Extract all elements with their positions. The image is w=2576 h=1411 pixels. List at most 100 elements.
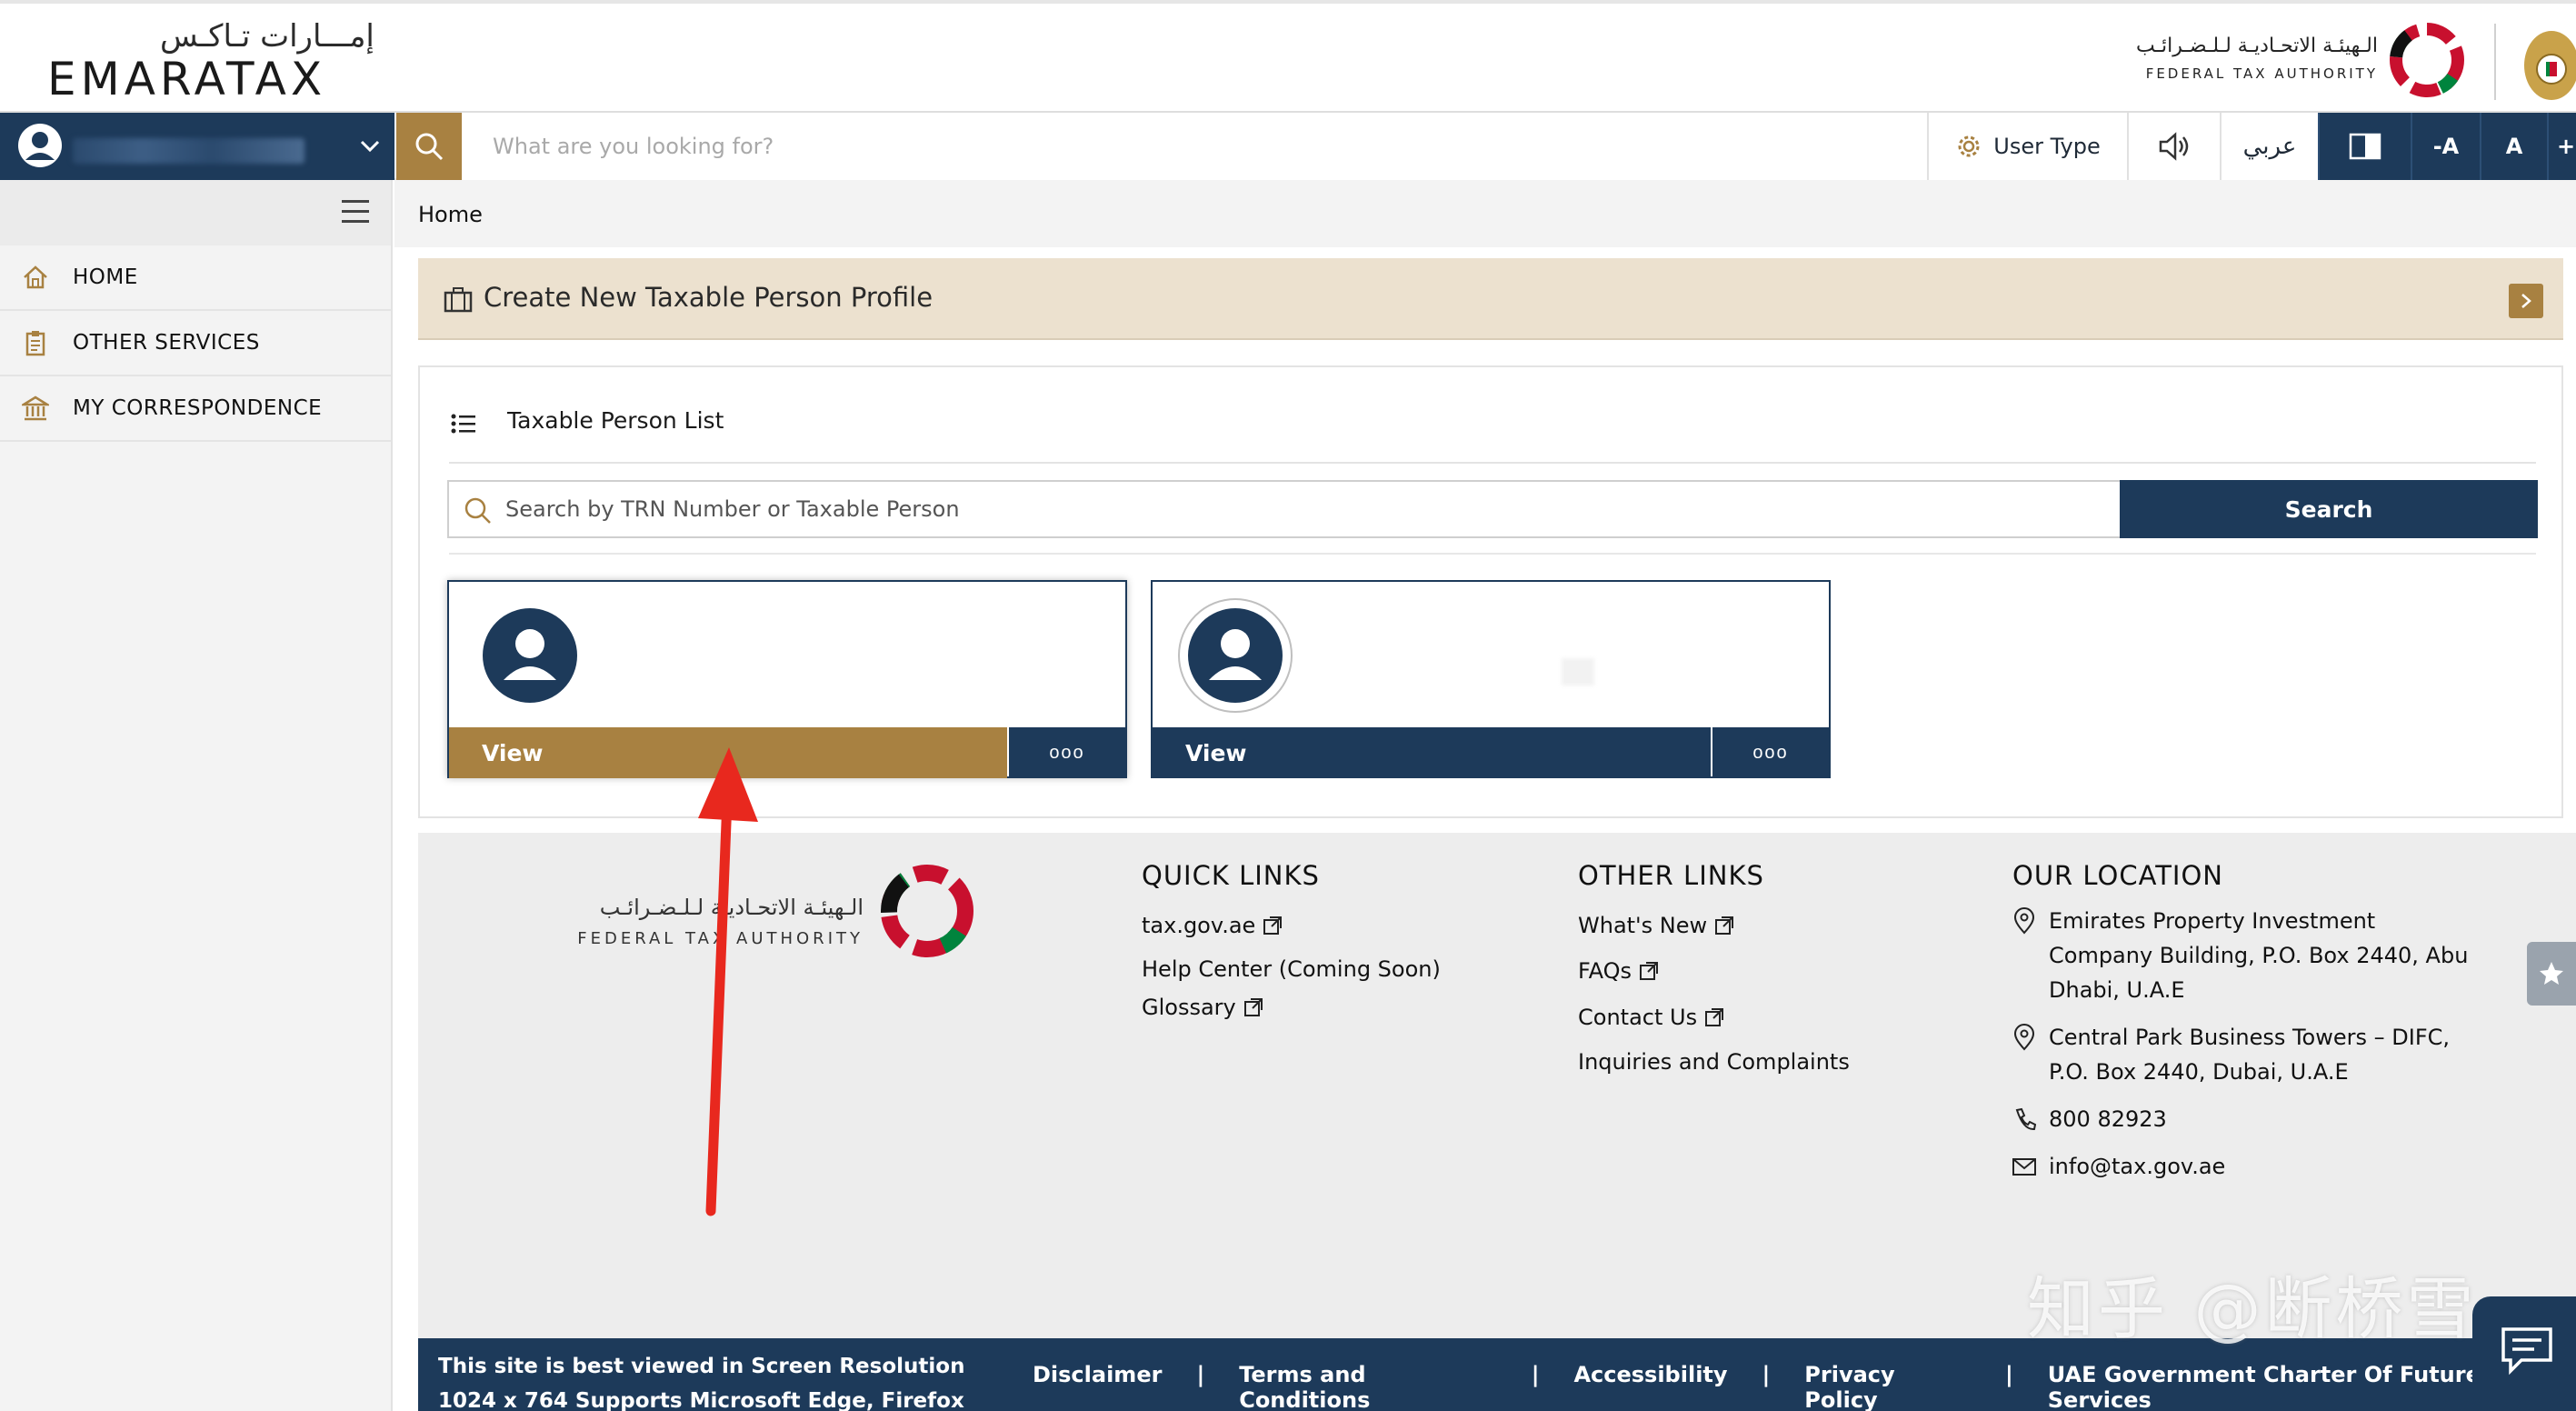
global-search-button[interactable]	[396, 113, 462, 180]
font-decrease-button[interactable]: -A	[2411, 113, 2480, 180]
address-dubai: Central Park Business Towers – DIFC, P.O…	[2012, 1020, 2485, 1089]
address-text: Central Park Business Towers – DIFC, P.O…	[2049, 1025, 2451, 1085]
create-profile-banner[interactable]: Create New Taxable Person Profile	[418, 258, 2563, 340]
person-avatar-icon	[483, 608, 577, 703]
person-avatar-icon	[1188, 608, 1283, 703]
link-inquiries[interactable]: Inquiries and Complaints	[1578, 1040, 1850, 1084]
user-name-redacted	[73, 138, 305, 164]
create-profile-title: Create New Taxable Person Profile	[484, 282, 934, 313]
taxable-person-search[interactable]	[447, 480, 2145, 538]
fta-ring-icon	[2390, 23, 2464, 97]
user-type-button[interactable]: User Type	[1927, 113, 2127, 180]
chevron-down-icon[interactable]	[359, 135, 381, 156]
link-label: Glossary	[1142, 995, 1236, 1020]
uae-emblem-icon	[2524, 31, 2576, 100]
taxable-person-card[interactable]: View ooo	[1151, 580, 1831, 778]
email[interactable]: info@tax.gov.ae	[2012, 1149, 2485, 1184]
link-contact-us[interactable]: Contact Us	[1578, 995, 1850, 1040]
external-link-icon	[1705, 1008, 1724, 1026]
chat-button[interactable]	[2472, 1296, 2576, 1411]
top-header: إمـــارات تـاكـس EMARATAX الـهيئـة الاتح…	[0, 0, 2576, 113]
external-link-icon	[1715, 916, 1734, 935]
taxable-person-search-input[interactable]	[505, 482, 2132, 536]
separator: |	[1762, 1362, 1771, 1387]
location-pin-icon	[2013, 907, 2035, 935]
taxable-person-list-heading: Taxable Person List	[507, 407, 724, 434]
separator: |	[1196, 1362, 1205, 1387]
browser-support-note: This site is best viewed in Screen Resol…	[438, 1355, 965, 1411]
link-accessibility[interactable]: Accessibility	[1573, 1362, 1727, 1411]
phone-icon	[2015, 1107, 2036, 1131]
language-toggle[interactable]: عربي	[2220, 113, 2318, 180]
sidebar-item-my-correspondence[interactable]: MY CORRESPONDENCE	[0, 376, 391, 442]
fta-logo[interactable]: الـهيئـة الاتحـاديـة لـلـضـرائـب FEDERAL…	[2132, 18, 2469, 105]
external-link-icon	[1263, 916, 1283, 935]
breadcrumb[interactable]: Home	[418, 202, 483, 227]
redacted-name	[1562, 658, 1594, 685]
emaratax-logo-arabic: إمـــارات تـاكـس	[160, 18, 374, 55]
link-help-center[interactable]: Help Center (Coming Soon)	[1142, 947, 1441, 991]
toolbar: User Type عربي -A A +	[0, 113, 2576, 180]
global-search-input[interactable]	[462, 113, 1927, 180]
link-label: FAQs	[1578, 958, 1632, 984]
star-icon	[2540, 962, 2563, 985]
address-text: Emirates Property Investment Company Bui…	[2049, 908, 2469, 1003]
search-icon	[415, 133, 444, 161]
text-to-speech-button[interactable]	[2127, 113, 2220, 180]
create-profile-arrow-button[interactable]	[2509, 284, 2543, 318]
font-reset-button[interactable]: A	[2480, 113, 2547, 180]
font-increase-button[interactable]: +	[2547, 113, 2576, 180]
menu-icon[interactable]	[342, 200, 369, 224]
watermark: 知乎 @断桥雪	[2027, 1270, 2478, 1348]
sidebar-header	[0, 180, 391, 245]
taxable-person-search-button[interactable]: Search	[2120, 480, 2538, 538]
link-label: Help Center (Coming Soon)	[1142, 956, 1441, 982]
email-address: info@tax.gov.ae	[2049, 1154, 2226, 1179]
favorites-tab[interactable]	[2527, 942, 2576, 1006]
briefcase-icon	[444, 287, 473, 313]
mail-icon	[2012, 1158, 2036, 1176]
divider	[449, 462, 2536, 464]
link-terms[interactable]: Terms and Conditions	[1239, 1362, 1496, 1411]
chevron-right-icon	[2521, 294, 2531, 308]
link-tax-gov[interactable]: tax.gov.ae	[1142, 904, 1441, 947]
external-link-icon	[1243, 998, 1263, 1016]
contrast-toggle[interactable]	[2318, 113, 2411, 180]
breadcrumb-bar: Home	[394, 180, 2576, 247]
list-icon	[451, 414, 475, 434]
search-icon	[464, 497, 491, 524]
user-type-label: User Type	[1993, 134, 2101, 159]
phone[interactable]: 800 82923	[2012, 1102, 2485, 1136]
link-glossary[interactable]: Glossary	[1142, 986, 1441, 1029]
location-pin-icon	[2013, 1024, 2035, 1051]
external-link-icon	[1640, 962, 1658, 980]
speaker-icon	[2159, 132, 2189, 161]
separator: |	[1531, 1362, 1540, 1387]
user-menu[interactable]	[0, 113, 394, 180]
link-label: Inquiries and Complaints	[1578, 1049, 1850, 1075]
gear-icon	[1958, 135, 1980, 157]
more-options-button[interactable]: ooo	[1712, 727, 1829, 778]
chat-icon	[2501, 1327, 2552, 1376]
sidebar-item-label: HOME	[73, 265, 138, 289]
link-privacy[interactable]: Privacy Policy	[1804, 1362, 1971, 1411]
fta-logo-english: FEDERAL TAX AUTHORITY	[2145, 65, 2378, 82]
clipboard-icon	[25, 331, 45, 356]
link-label: Contact Us	[1578, 1005, 1698, 1030]
link-whats-new[interactable]: What's New	[1578, 904, 1850, 947]
link-disclaimer[interactable]: Disclaimer	[1033, 1362, 1162, 1411]
sidebar-item-label: MY CORRESPONDENCE	[73, 396, 323, 420]
emaratax-logo[interactable]: EMARATAX	[47, 53, 326, 105]
more-options-button[interactable]: ooo	[1009, 727, 1125, 778]
taxable-person-card[interactable]: View ooo	[447, 580, 1127, 778]
other-links: OTHER LINKS What's New FAQs Contact Us I…	[1578, 860, 1850, 1084]
phone-number: 800 82923	[2049, 1106, 2167, 1132]
link-faqs[interactable]: FAQs	[1578, 947, 1850, 995]
address-abu-dhabi: Emirates Property Investment Company Bui…	[2012, 904, 2485, 1007]
bank-icon	[22, 395, 49, 421]
link-label: tax.gov.ae	[1142, 913, 1256, 938]
footer-fta-logo[interactable]: الـهيئـة الاتحـاديـة لـلـضـرائـب FEDERAL…	[554, 856, 991, 966]
view-button[interactable]: View	[1153, 727, 1711, 778]
sidebar-item-home[interactable]: HOME	[0, 245, 391, 311]
sidebar-item-other-services[interactable]: OTHER SERVICES	[0, 311, 391, 376]
